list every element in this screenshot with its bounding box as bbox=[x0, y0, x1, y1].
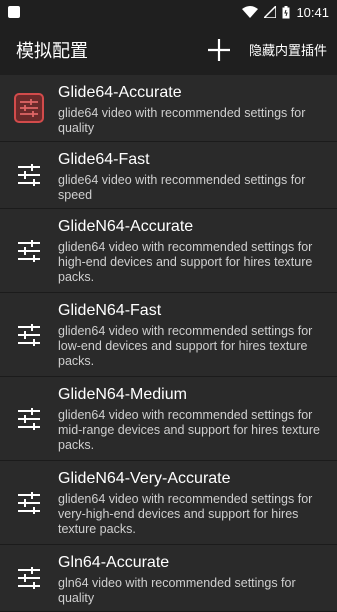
notification-icon bbox=[8, 6, 20, 18]
status-bar: 10:41 bbox=[0, 0, 337, 24]
sliders-icon bbox=[18, 407, 40, 430]
sliders-icon bbox=[18, 491, 40, 514]
item-description: gliden64 video with recommended settings… bbox=[58, 240, 313, 284]
clock: 10:41 bbox=[296, 4, 329, 20]
item-description: glide64 video with recommended settings … bbox=[58, 173, 306, 202]
list-item[interactable]: Glide64-Fast glide64 video with recommen… bbox=[0, 142, 337, 209]
item-description: gliden64 video with recommended settings… bbox=[58, 492, 313, 536]
sliders-icon bbox=[14, 93, 44, 123]
item-title: GlideN64-Medium bbox=[58, 386, 187, 403]
page-title: 模拟配置 bbox=[16, 40, 88, 61]
item-description: gliden64 video with recommended settings… bbox=[58, 408, 320, 452]
item-description: gln64 video with recommended settings fo… bbox=[58, 576, 296, 605]
signal-icon bbox=[264, 6, 277, 18]
wifi-icon bbox=[242, 6, 259, 18]
app-bar: 模拟配置 隐藏内置插件 bbox=[0, 24, 337, 75]
item-description: glide64 video with recommended settings … bbox=[58, 106, 306, 135]
list-item[interactable]: GlideN64-Very-Accurate gliden64 video wi… bbox=[0, 461, 337, 545]
item-title: GlideN64-Very-Accurate bbox=[58, 470, 231, 487]
sliders-icon bbox=[18, 164, 40, 186]
item-title: Glide64-Accurate bbox=[58, 84, 182, 101]
list-item[interactable]: Glide64-Accurate glide64 video with reco… bbox=[0, 75, 337, 142]
list-item[interactable]: GlideN64-Fast gliden64 video with recomm… bbox=[0, 293, 337, 377]
item-title: Glide64-Fast bbox=[58, 151, 150, 168]
sliders-icon bbox=[18, 567, 40, 589]
sliders-icon bbox=[18, 323, 40, 346]
list-item[interactable]: GlideN64-Accurate gliden64 video with re… bbox=[0, 209, 337, 293]
item-description: gliden64 video with recommended settings… bbox=[58, 324, 313, 368]
list-item[interactable]: GlideN64-Medium gliden64 video with reco… bbox=[0, 377, 337, 461]
sliders-icon bbox=[18, 239, 40, 262]
item-title: Gln64-Accurate bbox=[58, 554, 170, 571]
profile-list: Glide64-Accurate glide64 video with reco… bbox=[0, 75, 337, 612]
battery-icon bbox=[282, 5, 290, 18]
item-title: GlideN64-Fast bbox=[58, 302, 162, 319]
add-icon[interactable] bbox=[205, 36, 233, 64]
list-item[interactable]: Gln64-Accurate gln64 video with recommen… bbox=[0, 545, 337, 612]
item-title: GlideN64-Accurate bbox=[58, 218, 194, 235]
hide-builtin-button[interactable]: 隐藏内置插件 bbox=[249, 40, 327, 59]
